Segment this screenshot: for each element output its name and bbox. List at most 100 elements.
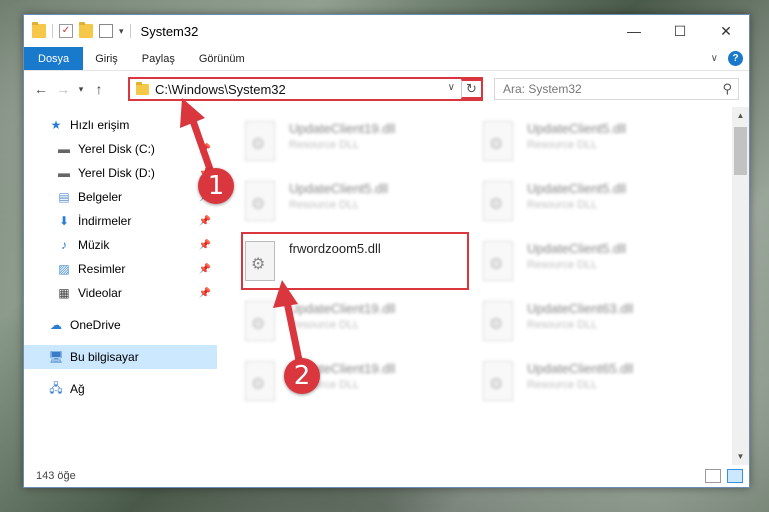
scroll-down-arrow-icon[interactable]: ▼ [732, 448, 749, 465]
details-view-icon[interactable] [705, 469, 721, 483]
file-item[interactable]: UpdateClient63.dllResource DLL [483, 295, 713, 353]
dll-file-icon [245, 181, 275, 221]
dll-file-icon [483, 181, 513, 221]
recent-locations-dropdown[interactable]: ▾ [74, 84, 88, 95]
title-bar: ✓ ▾ System32 — ☐ ✕ [24, 15, 749, 47]
step-1-badge: 1 [198, 168, 234, 204]
sidebar-item-quick-access[interactable]: ★ Hızlı erişim [24, 113, 217, 137]
window-title: System32 [140, 23, 199, 39]
large-icons-view-icon[interactable] [727, 469, 743, 483]
scroll-thumb[interactable] [734, 127, 747, 175]
file-list-pane: UpdateClient19.dllResource DLL UpdateCli… [217, 107, 749, 465]
file-item[interactable]: UpdateClient5.dllResource DLL [483, 175, 713, 233]
tab-file[interactable]: Dosya [24, 47, 84, 70]
sidebar-item-label: Yerel Disk (C:) [78, 142, 155, 156]
sidebar-item-videos[interactable]: ▦ Videolar 📌 [24, 281, 217, 305]
file-item[interactable]: UpdateClient19.dllResource DLL [245, 295, 475, 353]
vertical-scrollbar[interactable]: ▲ ▼ [732, 107, 749, 465]
pictures-icon: ▨ [58, 262, 70, 276]
list-view-icon[interactable] [99, 24, 113, 38]
sidebar-item-local-disk-c[interactable]: ▬ Yerel Disk (C:) 📌 [24, 137, 217, 161]
close-button[interactable]: ✕ [703, 15, 749, 47]
help-icon[interactable]: ? [728, 51, 743, 66]
ribbon-right-controls: ∨ ? [711, 51, 743, 66]
sidebar-item-label: OneDrive [70, 318, 121, 332]
address-bar[interactable]: C:\Windows\System32 ∨ [128, 77, 483, 101]
file-item[interactable]: UpdateClient19.dllResource DLL [245, 115, 475, 173]
pin-icon[interactable]: 📌 [199, 288, 211, 299]
sidebar-item-label: Bu bilgisayar [70, 350, 139, 364]
main-body: ★ Hızlı erişim ▬ Yerel Disk (C:) 📌 ▬ Yer… [24, 107, 749, 465]
drive-icon: ▬ [58, 166, 70, 180]
item-count: 143 öğe [36, 470, 76, 482]
sidebar-item-downloads[interactable]: ⬇ İndirmeler 📌 [24, 209, 217, 233]
file-explorer-window: ✓ ▾ System32 — ☐ ✕ Dosya Giriş Paylaş Gö… [23, 14, 750, 488]
cloud-icon: ☁ [50, 318, 62, 332]
forward-button[interactable]: → [52, 81, 74, 97]
sidebar-item-onedrive[interactable]: ☁ OneDrive [24, 313, 217, 337]
highlight-frame [241, 232, 469, 290]
sidebar-item-label: Müzik [78, 238, 110, 252]
file-item[interactable]: UpdateClient5.dllResource DLL [483, 115, 713, 173]
step-2-badge: 2 [284, 358, 320, 394]
expand-ribbon-chevron-icon[interactable]: ∨ [711, 53, 718, 64]
dll-file-icon [245, 361, 275, 401]
sidebar-item-pictures[interactable]: ▨ Resimler 📌 [24, 257, 217, 281]
dll-file-icon [245, 121, 275, 161]
quick-access-toolbar: ✓ ▾ [32, 22, 131, 38]
navigation-pane: ★ Hızlı erişim ▬ Yerel Disk (C:) 📌 ▬ Yer… [24, 107, 217, 465]
new-folder-icon[interactable] [79, 22, 93, 38]
minimize-button[interactable]: — [611, 15, 657, 47]
documents-icon: ▤ [58, 190, 70, 204]
sidebar-item-network[interactable]: 🖧 Ağ [24, 377, 217, 401]
dll-file-icon [245, 301, 275, 341]
navigation-bar: ← → ▾ ↑ C:\Windows\System32 ∨ ↻ Ara: Sys… [24, 71, 749, 107]
search-input[interactable]: Ara: System32 ⚲ [494, 78, 739, 100]
tab-share[interactable]: Paylaş [130, 47, 187, 70]
sidebar-item-label: Hızlı erişim [70, 118, 130, 132]
pin-icon[interactable]: 📌 [199, 264, 211, 275]
sidebar-item-music[interactable]: ♪ Müzik 📌 [24, 233, 217, 257]
music-icon: ♪ [61, 238, 67, 252]
sidebar-item-this-pc[interactable]: 🖥 Bu bilgisayar [24, 345, 217, 369]
videos-icon: ▦ [58, 286, 70, 300]
refresh-button[interactable]: ↻ [461, 79, 483, 99]
properties-check-icon[interactable]: ✓ [59, 24, 73, 38]
sidebar-item-documents[interactable]: ▤ Belgeler 📌 [24, 185, 217, 209]
view-buttons [705, 469, 743, 483]
dll-file-icon [483, 121, 513, 161]
ribbon-tabs: Dosya Giriş Paylaş Görünüm ∨ ? [24, 47, 749, 71]
scroll-up-arrow-icon[interactable]: ▲ [732, 107, 749, 124]
customize-toolbar-dropdown[interactable]: ▾ [119, 26, 124, 37]
sidebar-item-label: Yerel Disk (D:) [78, 166, 155, 180]
pin-icon[interactable]: 📌 [199, 216, 211, 227]
dll-file-icon [483, 301, 513, 341]
pin-icon[interactable]: 📌 [199, 240, 211, 251]
folder-icon [136, 81, 149, 95]
tab-view[interactable]: Görünüm [187, 47, 257, 70]
up-button[interactable]: ↑ [88, 81, 110, 97]
dll-file-icon [483, 361, 513, 401]
star-icon: ★ [50, 118, 62, 132]
dll-file-icon [483, 241, 513, 281]
network-icon: 🖧 [49, 380, 63, 395]
computer-icon: 🖥 [48, 350, 64, 364]
sidebar-item-label: Belgeler [78, 190, 123, 204]
tab-home[interactable]: Giriş [83, 47, 130, 70]
pin-icon[interactable]: 📌 [199, 144, 211, 155]
sidebar-item-local-disk-d[interactable]: ▬ Yerel Disk (D:) 📌 [24, 161, 217, 185]
sidebar-item-label: Videolar [78, 286, 122, 300]
folder-icon [32, 22, 46, 38]
toolbar-separator [129, 24, 131, 38]
file-item[interactable]: UpdateClient5.dllResource DLL [483, 235, 713, 293]
search-icon[interactable]: ⚲ [722, 81, 732, 97]
status-bar: 143 öğe [24, 465, 749, 487]
address-path[interactable]: C:\Windows\System32 [155, 82, 286, 97]
maximize-button[interactable]: ☐ [657, 15, 703, 47]
back-button[interactable]: ← [30, 81, 52, 97]
file-item[interactable]: UpdateClient5.dllResource DLL [245, 175, 475, 233]
drive-icon: ▬ [58, 142, 70, 156]
address-dropdown-icon[interactable]: ∨ [448, 82, 455, 93]
file-item[interactable]: UpdateClient19.dllResource DLL [245, 355, 475, 413]
file-item[interactable]: UpdateClient65.dllResource DLL [483, 355, 713, 413]
